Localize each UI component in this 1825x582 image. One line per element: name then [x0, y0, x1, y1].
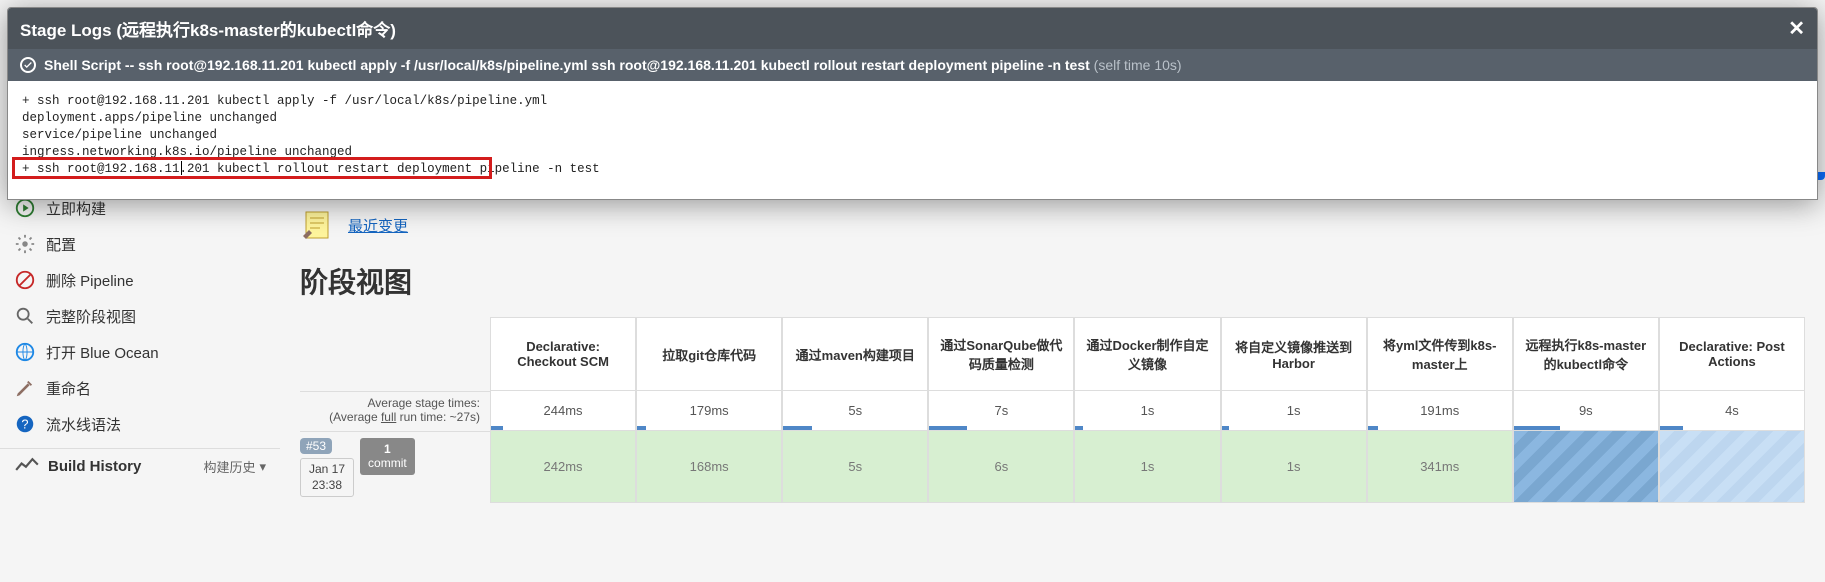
- close-icon: ✕: [1788, 18, 1805, 40]
- log-output[interactable]: + ssh root@192.168.11.201 kubectl apply …: [8, 81, 1817, 199]
- log-highlight-box: [12, 157, 492, 179]
- step-prefix: Shell Script --: [44, 57, 138, 73]
- check-circle-icon: [20, 57, 36, 73]
- modal-header: Stage Logs (远程执行k8s-master的kubectl命令) ✕: [8, 8, 1817, 49]
- step-selftime: (self time 10s): [1090, 57, 1182, 73]
- step-command: ssh root@192.168.11.201 kubectl apply -f…: [138, 57, 1090, 73]
- step-header[interactable]: Shell Script -- ssh root@192.168.11.201 …: [8, 49, 1817, 81]
- text-cursor: [181, 161, 182, 175]
- stage-logs-modal: Stage Logs (远程执行k8s-master的kubectl命令) ✕ …: [7, 7, 1818, 200]
- modal-close-button[interactable]: ✕: [1788, 19, 1805, 39]
- modal-title: Stage Logs (远程执行k8s-master的kubectl命令): [20, 16, 396, 41]
